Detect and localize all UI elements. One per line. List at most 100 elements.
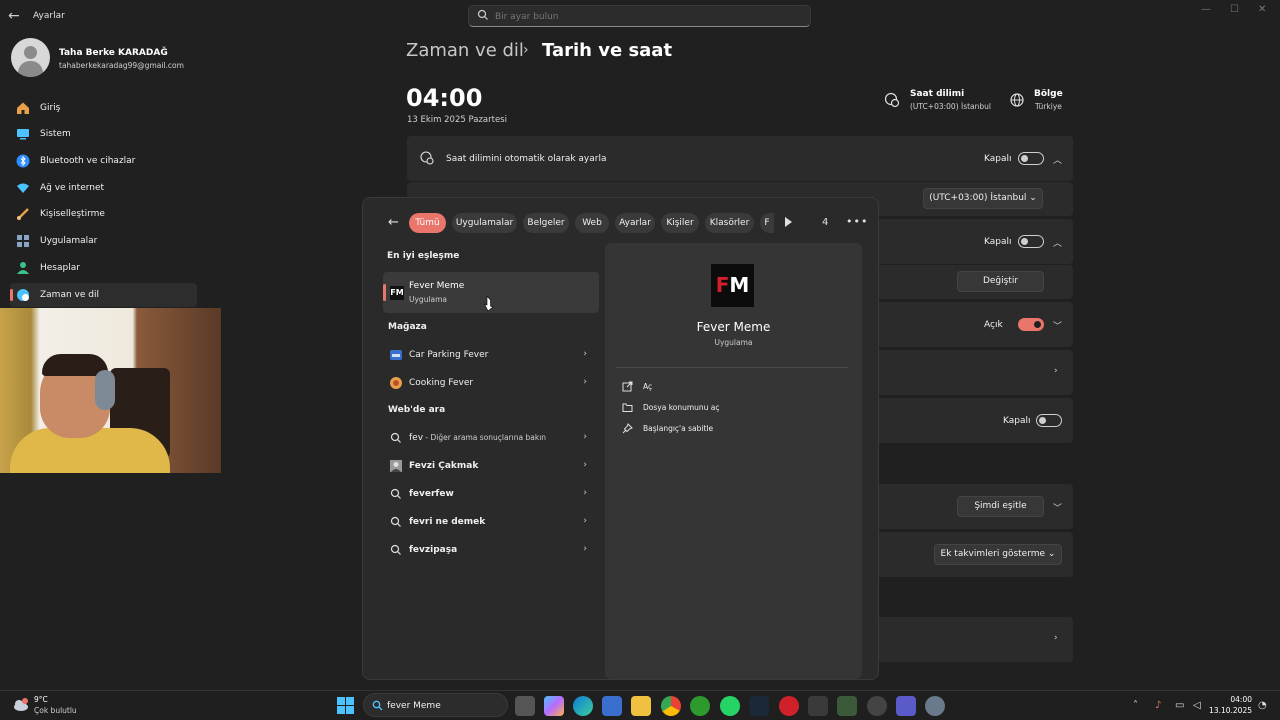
list-item[interactable]: fevri ne demek › bbox=[383, 510, 599, 534]
scroll-right-icon[interactable] bbox=[785, 217, 792, 227]
chrome-icon[interactable] bbox=[661, 696, 681, 716]
sidebar-item-label: Uygulamalar bbox=[40, 236, 98, 246]
whatsapp-icon[interactable] bbox=[720, 696, 740, 716]
divider bbox=[616, 367, 848, 368]
list-item[interactable]: Fevzi Çakmak › bbox=[383, 454, 599, 478]
sidebar-item-personalization[interactable]: Kişiselleştirme bbox=[10, 202, 197, 226]
store-icon[interactable] bbox=[602, 696, 622, 716]
app-icon[interactable] bbox=[867, 696, 887, 716]
chevron-right-icon: › bbox=[583, 544, 587, 554]
setting-toggle-3[interactable] bbox=[1018, 318, 1044, 331]
sidebar-item-label: Sistem bbox=[40, 129, 71, 139]
filter-all[interactable]: Tümü bbox=[409, 213, 446, 233]
settings-icon[interactable] bbox=[925, 696, 945, 716]
list-item[interactable]: fev - Diğer arama sonuçlarına bakın › bbox=[383, 426, 599, 450]
teams-icon[interactable] bbox=[896, 696, 916, 716]
back-arrow-icon[interactable]: ← bbox=[388, 215, 399, 230]
portrait-icon bbox=[390, 460, 402, 472]
network-icon[interactable]: ▭ bbox=[1175, 700, 1184, 711]
breadcrumb-parent[interactable]: Zaman ve dil bbox=[406, 40, 524, 61]
auto-timezone-toggle[interactable] bbox=[1018, 152, 1044, 165]
open-file-location-action[interactable]: Dosya konumunu aç bbox=[622, 399, 842, 417]
notification-bell-icon[interactable]: ◔ bbox=[1258, 700, 1267, 711]
xbox-icon[interactable] bbox=[690, 696, 710, 716]
sidebar-item-time-language[interactable]: Zaman ve dil bbox=[10, 283, 197, 307]
maximize-icon[interactable]: ☐ bbox=[1230, 4, 1239, 15]
filter-documents[interactable]: Belgeler bbox=[523, 213, 569, 233]
wifi-icon bbox=[17, 183, 29, 193]
taskbar-search[interactable]: fever Meme bbox=[363, 693, 508, 717]
chevron-right-icon[interactable]: › bbox=[1054, 633, 1058, 643]
sync-now-button[interactable]: Şimdi eşitle bbox=[957, 496, 1044, 517]
store-title: Mağaza bbox=[388, 322, 427, 332]
taskbar-time[interactable]: 04:00 bbox=[1214, 695, 1252, 704]
chevron-down-icon[interactable]: ﹀ bbox=[1053, 501, 1062, 514]
steam-icon[interactable] bbox=[749, 696, 769, 716]
change-button[interactable]: Değiştir bbox=[957, 271, 1044, 292]
close-icon[interactable]: ✕ bbox=[1258, 4, 1266, 15]
auto-timezone-card: Saat dilimini otomatik olarak ayarla Kap… bbox=[407, 136, 1073, 181]
monitor-icon bbox=[17, 129, 29, 140]
timezone-dropdown[interactable]: (UTC+03:00) İstanbul ⌄ bbox=[923, 188, 1043, 209]
best-match-title: En iyi eşleşme bbox=[387, 251, 460, 261]
sidebar-item-system[interactable]: Sistem bbox=[10, 122, 197, 146]
settings-window: ← Ayarlar — ☐ ✕ Taha Berke KARADAĞ tahab… bbox=[0, 0, 1280, 690]
avatar[interactable] bbox=[11, 38, 50, 77]
open-action[interactable]: Aç bbox=[622, 378, 842, 396]
current-time: 04:00 bbox=[406, 84, 483, 112]
filter-more[interactable]: F bbox=[760, 213, 774, 233]
sidebar-item-label: Ağ ve internet bbox=[40, 183, 105, 193]
chevron-right-icon: › bbox=[583, 516, 587, 526]
filter-folders[interactable]: Klasörler bbox=[705, 213, 754, 233]
chevron-up-icon[interactable]: ︿ bbox=[1053, 153, 1062, 166]
globe-clock-icon bbox=[17, 289, 29, 301]
calendar-dropdown[interactable]: Ek takvimleri gösterme ⌄ bbox=[934, 544, 1062, 565]
filter-people[interactable]: Kişiler bbox=[661, 213, 699, 233]
list-item[interactable]: fevzipaşa › bbox=[383, 538, 599, 562]
sidebar-item-bluetooth[interactable]: Bluetooth ve cihazlar bbox=[10, 149, 197, 173]
sidebar-item-apps[interactable]: Uygulamalar bbox=[10, 229, 197, 253]
search-icon bbox=[390, 488, 401, 499]
windows-start-icon[interactable] bbox=[337, 697, 354, 714]
chevron-right-icon[interactable]: › bbox=[1054, 366, 1058, 376]
search-input[interactable] bbox=[495, 9, 795, 24]
edge-icon[interactable] bbox=[573, 696, 593, 716]
sidebar-item-label: Hesaplar bbox=[40, 263, 80, 273]
chevron-up-icon[interactable]: ︿ bbox=[1053, 236, 1062, 249]
taskbar-search-text: fever Meme bbox=[387, 701, 441, 711]
search-icon bbox=[390, 544, 401, 555]
taskbar-date[interactable]: 13.10.2025 bbox=[1206, 706, 1252, 715]
cloud-icon[interactable] bbox=[12, 697, 30, 713]
riot-icon[interactable] bbox=[779, 696, 799, 716]
setting-toggle-2[interactable] bbox=[1018, 235, 1044, 248]
sidebar-item-home[interactable]: Giriş bbox=[10, 96, 197, 120]
list-item[interactable]: Cooking Fever › bbox=[383, 371, 599, 395]
copilot-icon[interactable] bbox=[544, 696, 564, 716]
nvidia-icon[interactable] bbox=[837, 696, 857, 716]
more-options-icon[interactable]: ••• bbox=[846, 215, 868, 228]
filter-apps[interactable]: Uygulamalar bbox=[452, 213, 517, 233]
volume-icon[interactable]: ◁ bbox=[1193, 700, 1201, 711]
sidebar-item-accounts[interactable]: Hesaplar bbox=[10, 256, 197, 280]
back-arrow-icon[interactable]: ← bbox=[8, 8, 24, 24]
microphone-icon[interactable]: ♪ bbox=[1155, 700, 1161, 711]
filter-settings[interactable]: Ayarlar bbox=[615, 213, 655, 233]
page-title: Tarih ve saat bbox=[542, 40, 673, 61]
game-app-icon[interactable] bbox=[808, 696, 828, 716]
settings-search[interactable] bbox=[468, 5, 811, 27]
bluetooth-icon bbox=[16, 154, 30, 168]
minimize-icon[interactable]: — bbox=[1201, 4, 1211, 15]
weather-temp[interactable]: 9°C bbox=[34, 695, 48, 704]
list-item[interactable]: feverfew › bbox=[383, 482, 599, 506]
setting-toggle-5[interactable] bbox=[1036, 414, 1062, 427]
chevron-up-icon[interactable]: ˄ bbox=[1133, 700, 1138, 711]
task-view-icon[interactable] bbox=[515, 696, 535, 716]
sidebar-item-network[interactable]: Ağ ve internet bbox=[10, 176, 197, 200]
file-explorer-icon[interactable] bbox=[631, 696, 651, 716]
chevron-down-icon[interactable]: ﹀ bbox=[1053, 319, 1062, 332]
list-item[interactable]: Car Parking Fever › bbox=[383, 343, 599, 367]
weather-desc[interactable]: Çok bulutlu bbox=[34, 706, 77, 715]
filter-web[interactable]: Web bbox=[575, 213, 609, 233]
pin-icon bbox=[622, 423, 633, 434]
pin-to-start-action[interactable]: Başlangıç'a sabitle bbox=[622, 420, 842, 438]
